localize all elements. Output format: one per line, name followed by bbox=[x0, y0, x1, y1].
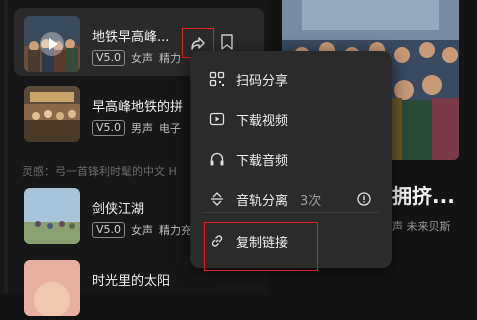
song-meta-3: V5.0 女声 精力充 bbox=[92, 222, 192, 238]
bookmark-icon[interactable] bbox=[220, 34, 234, 50]
voice-tag: 女声 bbox=[131, 52, 154, 65]
split-tracks-icon bbox=[211, 192, 223, 206]
version-badge: V5.0 bbox=[92, 120, 126, 136]
song-meta-1: V5.0 女声 精力 bbox=[92, 50, 181, 66]
song-title-4[interactable]: 时光里的太阳 bbox=[92, 270, 190, 289]
song-title-3[interactable]: 剑侠江湖 bbox=[92, 198, 190, 217]
menu-item-label: 下载视频 bbox=[236, 113, 289, 129]
version-badge: V5.0 bbox=[92, 50, 126, 66]
style-tag: 精力充 bbox=[159, 224, 193, 237]
inspiration-prompt: 灵感：弓一首锋利时髦的中文 H bbox=[22, 165, 177, 178]
highlight-frame bbox=[204, 222, 318, 271]
menu-item-track-split[interactable]: 音轨分离 3次 bbox=[190, 179, 392, 219]
style-tag: 电子 bbox=[159, 122, 182, 135]
song-cover-4[interactable] bbox=[24, 260, 80, 316]
video-icon bbox=[209, 112, 225, 126]
song-meta-2: V5.0 男声 电子 bbox=[92, 120, 181, 136]
version-badge: V5.0 bbox=[92, 222, 126, 238]
song-title-1[interactable]: 地铁早高峰... bbox=[92, 26, 190, 45]
menu-item-label: 扫码分享 bbox=[236, 73, 289, 89]
voice-tag: 女声 bbox=[131, 224, 154, 237]
menu-item-download-audio[interactable]: 下载音频 bbox=[190, 139, 392, 179]
qr-code-icon bbox=[209, 71, 225, 87]
scrollbar[interactable] bbox=[4, 0, 8, 293]
now-playing-title[interactable]: 拥挤... bbox=[392, 180, 455, 209]
headphones-icon bbox=[210, 152, 224, 166]
song-cover-3[interactable] bbox=[24, 188, 80, 244]
menu-item-download-video[interactable]: 下载视频 bbox=[190, 99, 392, 139]
remaining-count: 3次 bbox=[300, 193, 322, 209]
menu-item-label: 音轨分离 bbox=[236, 193, 289, 209]
menu-divider bbox=[202, 212, 380, 213]
style-tag: 精力 bbox=[159, 52, 182, 65]
voice-tag: 男声 bbox=[131, 122, 154, 135]
info-icon[interactable] bbox=[357, 192, 371, 206]
song-cover-1[interactable] bbox=[24, 16, 80, 72]
now-playing-meta: 声 未来贝斯 bbox=[392, 220, 451, 233]
play-icon[interactable] bbox=[40, 32, 64, 56]
song-cover-2[interactable] bbox=[24, 86, 80, 142]
menu-item-label: 下载音频 bbox=[236, 153, 289, 169]
song-title-2[interactable]: 早高峰地铁的拼 bbox=[92, 96, 202, 115]
share-icon bbox=[191, 37, 205, 50]
menu-item-qr-share[interactable]: 扫码分享 bbox=[190, 59, 392, 99]
